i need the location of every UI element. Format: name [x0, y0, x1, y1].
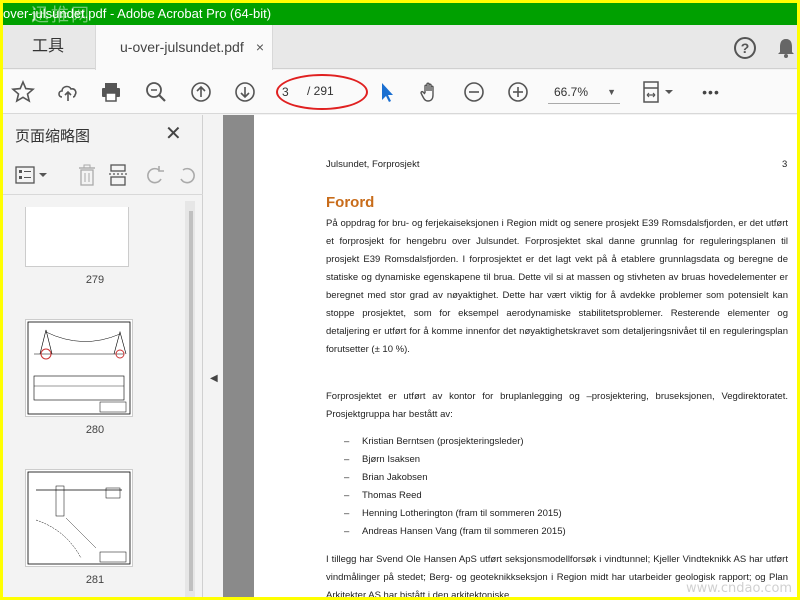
thumbnail-label: 280 — [85, 424, 105, 436]
thumbnail-panel: 页面缩略图 ✕ 279 280 281 — [3, 115, 203, 597]
thumbnail-label: 281 — [85, 574, 105, 586]
zoom-in-icon[interactable] — [504, 78, 532, 106]
member-list: – Kristian Berntsen (prosjekteringsleder)… — [344, 433, 566, 541]
panel-splitter[interactable]: ◀ — [204, 115, 223, 597]
fit-page-icon[interactable] — [639, 78, 679, 106]
hand-tool-icon[interactable] — [416, 78, 444, 106]
rotate-right-icon[interactable] — [175, 163, 199, 187]
running-head: Julsundet, Forprosjekt — [326, 159, 420, 170]
page-down-icon[interactable] — [231, 78, 259, 106]
document-viewport[interactable]: Julsundet, Forprosjekt 3 Forord På oppdr… — [223, 115, 797, 597]
trash-icon[interactable] — [75, 163, 99, 187]
panel-toolbar — [3, 155, 203, 195]
paragraph: På oppdrag for bru- og ferjekaiseksjonen… — [326, 218, 788, 355]
scrollbar-thumb[interactable] — [189, 211, 193, 591]
page-navigator: / 291 — [276, 74, 368, 110]
list-item: – Kristian Berntsen (prosjekteringsleder) — [344, 436, 524, 447]
thumbnail-label: 279 — [85, 274, 105, 286]
app-window: over-julsundet.pdf - Adobe Acrobat Pro (… — [3, 3, 797, 597]
main-toolbar: / 291 66.7% ▼ ••• — [3, 70, 797, 114]
thumbnail-page[interactable] — [25, 469, 133, 567]
panel-title: 页面缩略图 — [15, 128, 91, 145]
site-logo: 迅推网 — [31, 5, 91, 25]
thumbnail-page[interactable] — [25, 207, 129, 267]
zoom-out-icon[interactable] — [460, 78, 488, 106]
tab-document[interactable]: u-over-julsundet.pdf × — [95, 25, 273, 70]
paragraph: Forprosjektet er utført av kontor for br… — [326, 391, 788, 420]
thumbnail-page[interactable] — [25, 319, 133, 417]
list-item: – Henning Lotherington (fram til sommeren… — [344, 508, 562, 519]
print-icon[interactable] — [97, 78, 125, 106]
list-item: – Thomas Reed — [344, 490, 422, 501]
close-icon[interactable]: ✕ — [165, 121, 182, 146]
star-icon[interactable] — [9, 78, 37, 106]
list-item: – Bjørn Isaksen — [344, 454, 421, 465]
highlight-annotation — [276, 74, 368, 110]
title-bar: over-julsundet.pdf - Adobe Acrobat Pro (… — [3, 3, 797, 25]
list-item: – Brian Jakobsen — [344, 472, 428, 483]
section-heading: Forord — [326, 194, 375, 211]
collapse-arrow-icon[interactable]: ◀ — [210, 373, 218, 384]
close-icon[interactable]: × — [256, 25, 264, 69]
chevron-down-icon: ▼ — [607, 87, 616, 97]
more-icon[interactable]: ••• — [697, 78, 725, 106]
bell-icon[interactable] — [776, 37, 796, 59]
zoom-select[interactable]: 66.7% ▼ — [548, 82, 620, 104]
pdf-page: Julsundet, Forprosjekt 3 Forord På oppdr… — [254, 115, 797, 597]
page-up-icon[interactable] — [187, 78, 215, 106]
tab-tools[interactable]: 工具 — [3, 25, 93, 69]
watermark: www.cndao.com — [686, 581, 793, 596]
cloud-upload-icon[interactable] — [54, 78, 82, 106]
help-icon[interactable]: ? — [734, 37, 756, 59]
options-menu-icon[interactable] — [15, 163, 49, 187]
page-number: 3 — [782, 159, 788, 170]
list-item: – Andreas Hansen Vang (fram til sommeren … — [344, 526, 566, 537]
rotate-left-icon[interactable] — [143, 163, 167, 187]
zoom-value: 66.7% — [554, 85, 589, 99]
select-cursor-icon[interactable] — [373, 78, 401, 106]
zoom-search-icon[interactable] — [142, 78, 170, 106]
extract-page-icon[interactable] — [107, 163, 131, 187]
tab-bar: 工具 u-over-julsundet.pdf × ? — [3, 25, 797, 70]
tab-document-label: u-over-julsundet.pdf — [120, 39, 244, 55]
thumbnail-list: 279 280 281 — [3, 197, 203, 597]
